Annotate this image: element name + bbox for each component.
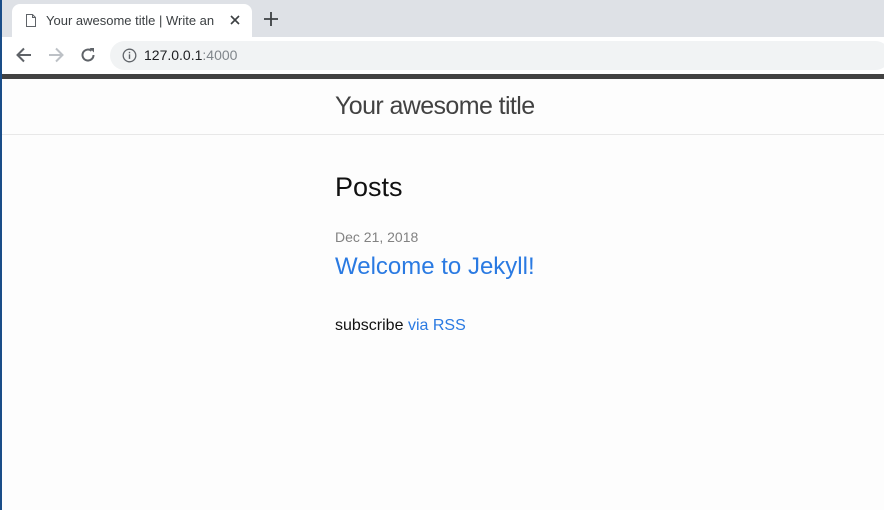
close-icon[interactable] [227, 12, 243, 28]
subscribe-text: subscribe [335, 317, 404, 334]
browser-tab-strip: Your awesome title | Write an awesome de… [2, 0, 884, 37]
tab-title: Your awesome title | Write an awesome de… [46, 13, 218, 28]
url-host: 127.0.0.1 [144, 47, 203, 63]
browser-tab[interactable]: Your awesome title | Write an awesome de… [12, 4, 252, 37]
document-icon [26, 14, 36, 27]
browser-toolbar: 127.0.0.1:4000 [2, 37, 884, 74]
rss-link[interactable]: via RSS [408, 317, 466, 334]
forward-arrow-icon[interactable] [46, 45, 66, 65]
plus-icon[interactable] [262, 10, 280, 28]
page-heading: Posts [335, 172, 403, 202]
reload-icon[interactable] [78, 45, 98, 65]
info-icon[interactable] [122, 48, 137, 63]
back-arrow-icon[interactable] [14, 45, 34, 65]
site-title-link[interactable]: Your awesome title [335, 92, 535, 121]
address-bar[interactable]: 127.0.0.1:4000 [110, 41, 884, 70]
url-text[interactable]: 127.0.0.1:4000 [144, 47, 237, 63]
site-header: Your awesome title [2, 79, 884, 135]
post-title-link[interactable]: Welcome to Jekyll! [335, 253, 535, 281]
post-date: Dec 21, 2018 [335, 229, 419, 245]
rss-subscribe: subscribe via RSS [335, 317, 466, 335]
url-port: :4000 [202, 47, 238, 63]
